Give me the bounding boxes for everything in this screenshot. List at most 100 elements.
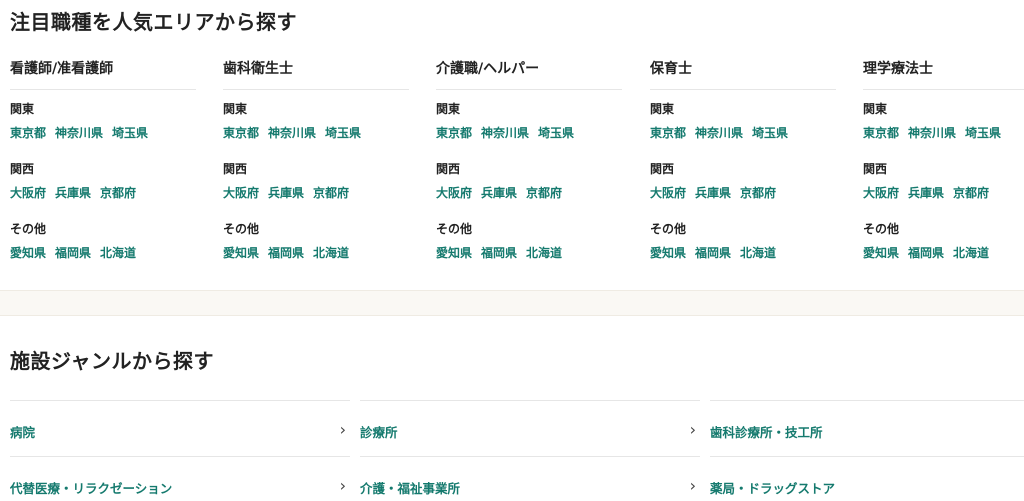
area-link-tokyo[interactable]: 東京都 <box>436 126 472 140</box>
region-kanto: 関東 東京都 神奈川県 埼玉県 <box>650 100 836 142</box>
region-label: 関東 <box>436 102 461 116</box>
area-link-fukuoka[interactable]: 福岡県 <box>908 246 944 260</box>
area-link-osaka[interactable]: 大阪府 <box>223 186 259 200</box>
area-link-aichi[interactable]: 愛知県 <box>650 246 686 260</box>
region-kansai: 関西 大阪府 兵庫県 京都府 <box>863 160 1024 202</box>
region-label: 関西 <box>10 162 35 176</box>
genre-link-dental-clinic[interactable]: 歯科診療所・技工所 <box>710 400 1024 456</box>
area-link-kyoto[interactable]: 京都府 <box>100 186 136 200</box>
facility-genre-section-title: 施設ジャンルから探す <box>10 349 214 373</box>
area-link-tokyo[interactable]: 東京都 <box>223 126 259 140</box>
region-label: 関西 <box>436 162 461 176</box>
area-link-saitama[interactable]: 埼玉県 <box>112 126 148 140</box>
area-link-fukuoka[interactable]: 福岡県 <box>268 246 304 260</box>
area-link-tokyo[interactable]: 東京都 <box>650 126 686 140</box>
region-label: 関東 <box>10 102 35 116</box>
region-label: 関西 <box>863 162 888 176</box>
region-label: その他 <box>436 222 473 236</box>
area-link-saitama[interactable]: 埼玉県 <box>325 126 361 140</box>
genre-link-clinic[interactable]: 診療所 › <box>360 400 700 456</box>
area-link-hyogo[interactable]: 兵庫県 <box>481 186 517 200</box>
genre-link-care-welfare[interactable]: 介護・福祉事業所 › <box>360 456 700 501</box>
area-link-kanagawa[interactable]: 神奈川県 <box>268 126 316 140</box>
job-column: 保育士 関東 東京都 神奈川県 埼玉県 関西 大阪府 兵庫県 京都府 その他 愛知県 福岡… <box>650 58 836 262</box>
area-link-aichi[interactable]: 愛知県 <box>436 246 472 260</box>
region-label: その他 <box>223 222 260 236</box>
area-link-kyoto[interactable]: 京都府 <box>526 186 562 200</box>
region-kanto: 関東 東京都 神奈川県 埼玉県 <box>436 100 622 142</box>
area-link-fukuoka[interactable]: 福岡県 <box>481 246 517 260</box>
region-kanto: 関東 東京都 神奈川県 埼玉県 <box>223 100 409 142</box>
region-kanto: 関東 東京都 神奈川県 埼玉県 <box>10 100 196 142</box>
area-link-aichi[interactable]: 愛知県 <box>223 246 259 260</box>
area-link-osaka[interactable]: 大阪府 <box>436 186 472 200</box>
region-other: その他 愛知県 福岡県 北海道 <box>436 220 622 262</box>
chevron-right-icon: › <box>689 420 696 439</box>
region-kanto: 関東 東京都 神奈川県 埼玉県 <box>863 100 1024 142</box>
area-link-kyoto[interactable]: 京都府 <box>313 186 349 200</box>
genre-label: 病院 <box>10 425 36 440</box>
genre-link-alternative-medicine[interactable]: 代替医療・リラクゼーション › <box>10 456 350 501</box>
job-title: 保育士 <box>650 58 836 90</box>
job-title: 歯科衛生士 <box>223 58 409 90</box>
region-other: その他 愛知県 福岡県 北海道 <box>650 220 836 262</box>
area-link-hokkaido[interactable]: 北海道 <box>526 246 562 260</box>
genre-label: 代替医療・リラクゼーション <box>10 481 173 496</box>
region-label: その他 <box>863 222 900 236</box>
area-link-hokkaido[interactable]: 北海道 <box>740 246 776 260</box>
area-link-saitama[interactable]: 埼玉県 <box>752 126 788 140</box>
region-label: 関東 <box>863 102 888 116</box>
region-kansai: 関西 大阪府 兵庫県 京都府 <box>650 160 836 202</box>
area-link-osaka[interactable]: 大阪府 <box>863 186 899 200</box>
area-link-kanagawa[interactable]: 神奈川県 <box>481 126 529 140</box>
area-link-saitama[interactable]: 埼玉県 <box>538 126 574 140</box>
region-kansai: 関西 大阪府 兵庫県 京都府 <box>10 160 196 202</box>
region-label: 関東 <box>223 102 248 116</box>
region-other: その他 愛知県 福岡県 北海道 <box>10 220 196 262</box>
area-link-saitama[interactable]: 埼玉県 <box>965 126 1001 140</box>
popular-area-section-title: 注目職種を人気エリアから探す <box>10 10 297 34</box>
region-kansai: 関西 大阪府 兵庫県 京都府 <box>223 160 409 202</box>
genre-label: 診療所 <box>360 425 398 440</box>
section-divider-band <box>0 290 1024 316</box>
chevron-right-icon: › <box>339 476 346 495</box>
chevron-right-icon: › <box>689 476 696 495</box>
job-title: 介護職/ヘルパー <box>436 58 622 90</box>
genre-link-hospital[interactable]: 病院 › <box>10 400 350 456</box>
area-link-hokkaido[interactable]: 北海道 <box>953 246 989 260</box>
area-link-aichi[interactable]: 愛知県 <box>863 246 899 260</box>
region-label: 関東 <box>650 102 675 116</box>
job-title: 理学療法士 <box>863 58 1024 90</box>
area-link-kanagawa[interactable]: 神奈川県 <box>695 126 743 140</box>
region-label: 関西 <box>223 162 248 176</box>
area-link-tokyo[interactable]: 東京都 <box>863 126 899 140</box>
genre-label: 介護・福祉事業所 <box>360 481 461 496</box>
job-column: 看護師/准看護師 関東 東京都 神奈川県 埼玉県 関西 大阪府 兵庫県 京都府 その他 … <box>10 58 196 262</box>
region-other: その他 愛知県 福岡県 北海道 <box>863 220 1024 262</box>
region-label: その他 <box>650 222 687 236</box>
area-link-osaka[interactable]: 大阪府 <box>650 186 686 200</box>
area-link-tokyo[interactable]: 東京都 <box>10 126 46 140</box>
area-link-osaka[interactable]: 大阪府 <box>10 186 46 200</box>
area-link-kyoto[interactable]: 京都府 <box>740 186 776 200</box>
job-column: 介護職/ヘルパー 関東 東京都 神奈川県 埼玉県 関西 大阪府 兵庫県 京都府 その他 … <box>436 58 622 262</box>
area-link-fukuoka[interactable]: 福岡県 <box>695 246 731 260</box>
job-area-columns: 看護師/准看護師 関東 東京都 神奈川県 埼玉県 関西 大阪府 兵庫県 京都府 その他 … <box>10 58 1024 273</box>
genre-link-pharmacy[interactable]: 薬局・ドラッグストア <box>710 456 1024 501</box>
area-link-aichi[interactable]: 愛知県 <box>10 246 46 260</box>
area-link-kyoto[interactable]: 京都府 <box>953 186 989 200</box>
region-label: その他 <box>10 222 47 236</box>
genre-label: 歯科診療所・技工所 <box>710 425 823 440</box>
area-link-hokkaido[interactable]: 北海道 <box>100 246 136 260</box>
area-link-hyogo[interactable]: 兵庫県 <box>55 186 91 200</box>
area-link-kanagawa[interactable]: 神奈川県 <box>908 126 956 140</box>
area-link-fukuoka[interactable]: 福岡県 <box>55 246 91 260</box>
region-label: 関西 <box>650 162 675 176</box>
area-link-hyogo[interactable]: 兵庫県 <box>268 186 304 200</box>
area-link-kanagawa[interactable]: 神奈川県 <box>55 126 103 140</box>
area-link-hyogo[interactable]: 兵庫県 <box>908 186 944 200</box>
area-link-hokkaido[interactable]: 北海道 <box>313 246 349 260</box>
region-other: その他 愛知県 福岡県 北海道 <box>223 220 409 262</box>
job-title: 看護師/准看護師 <box>10 58 196 90</box>
area-link-hyogo[interactable]: 兵庫県 <box>695 186 731 200</box>
